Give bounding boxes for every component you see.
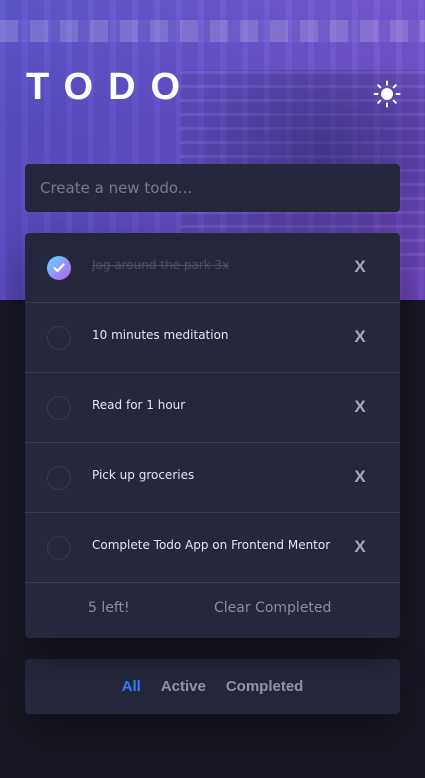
todo-list: Jog around the park 3x X 10 minutes medi… [25, 233, 400, 638]
todo-checkbox[interactable] [47, 466, 71, 490]
filter-all-button[interactable]: All [122, 678, 141, 695]
todo-item: Read for 1 hour X [25, 373, 400, 443]
filter-completed-button[interactable]: Completed [226, 678, 304, 695]
todo-text: 10 minutes meditation [92, 328, 229, 342]
items-left-count: 5 left! [88, 600, 130, 616]
todo-item: 10 minutes meditation X [25, 303, 400, 373]
todo-checkbox[interactable] [47, 536, 71, 560]
todo-text: Read for 1 hour [92, 398, 186, 412]
todo-text: Jog around the park 3x [92, 258, 230, 272]
app-title: TODO [26, 66, 196, 108]
filter-bar: All Active Completed [25, 659, 400, 714]
todo-text: Pick up groceries [92, 468, 195, 482]
todo-text: Complete Todo App on Frontend Mentor [92, 538, 331, 552]
delete-todo-button[interactable]: X [352, 467, 368, 487]
delete-todo-button[interactable]: X [352, 327, 368, 347]
todo-item: Jog around the park 3x X [25, 233, 400, 303]
clear-completed-button[interactable]: Clear Completed [214, 600, 331, 616]
delete-todo-button[interactable]: X [352, 537, 368, 557]
theme-toggle-button[interactable] [373, 80, 401, 108]
check-icon [53, 263, 65, 273]
filter-active-button[interactable]: Active [161, 678, 206, 695]
todo-list-footer: 5 left! Clear Completed [25, 583, 400, 638]
todo-item: Complete Todo App on Frontend Mentor X [25, 513, 400, 583]
todo-checkbox[interactable] [47, 396, 71, 420]
delete-todo-button[interactable]: X [352, 257, 368, 277]
sun-icon [373, 80, 401, 108]
todo-checkbox[interactable] [47, 326, 71, 350]
new-todo-input[interactable] [40, 173, 380, 203]
new-todo-panel [25, 164, 400, 212]
todo-checkbox-checked[interactable] [47, 256, 71, 280]
todo-item: Pick up groceries X [25, 443, 400, 513]
delete-todo-button[interactable]: X [352, 397, 368, 417]
